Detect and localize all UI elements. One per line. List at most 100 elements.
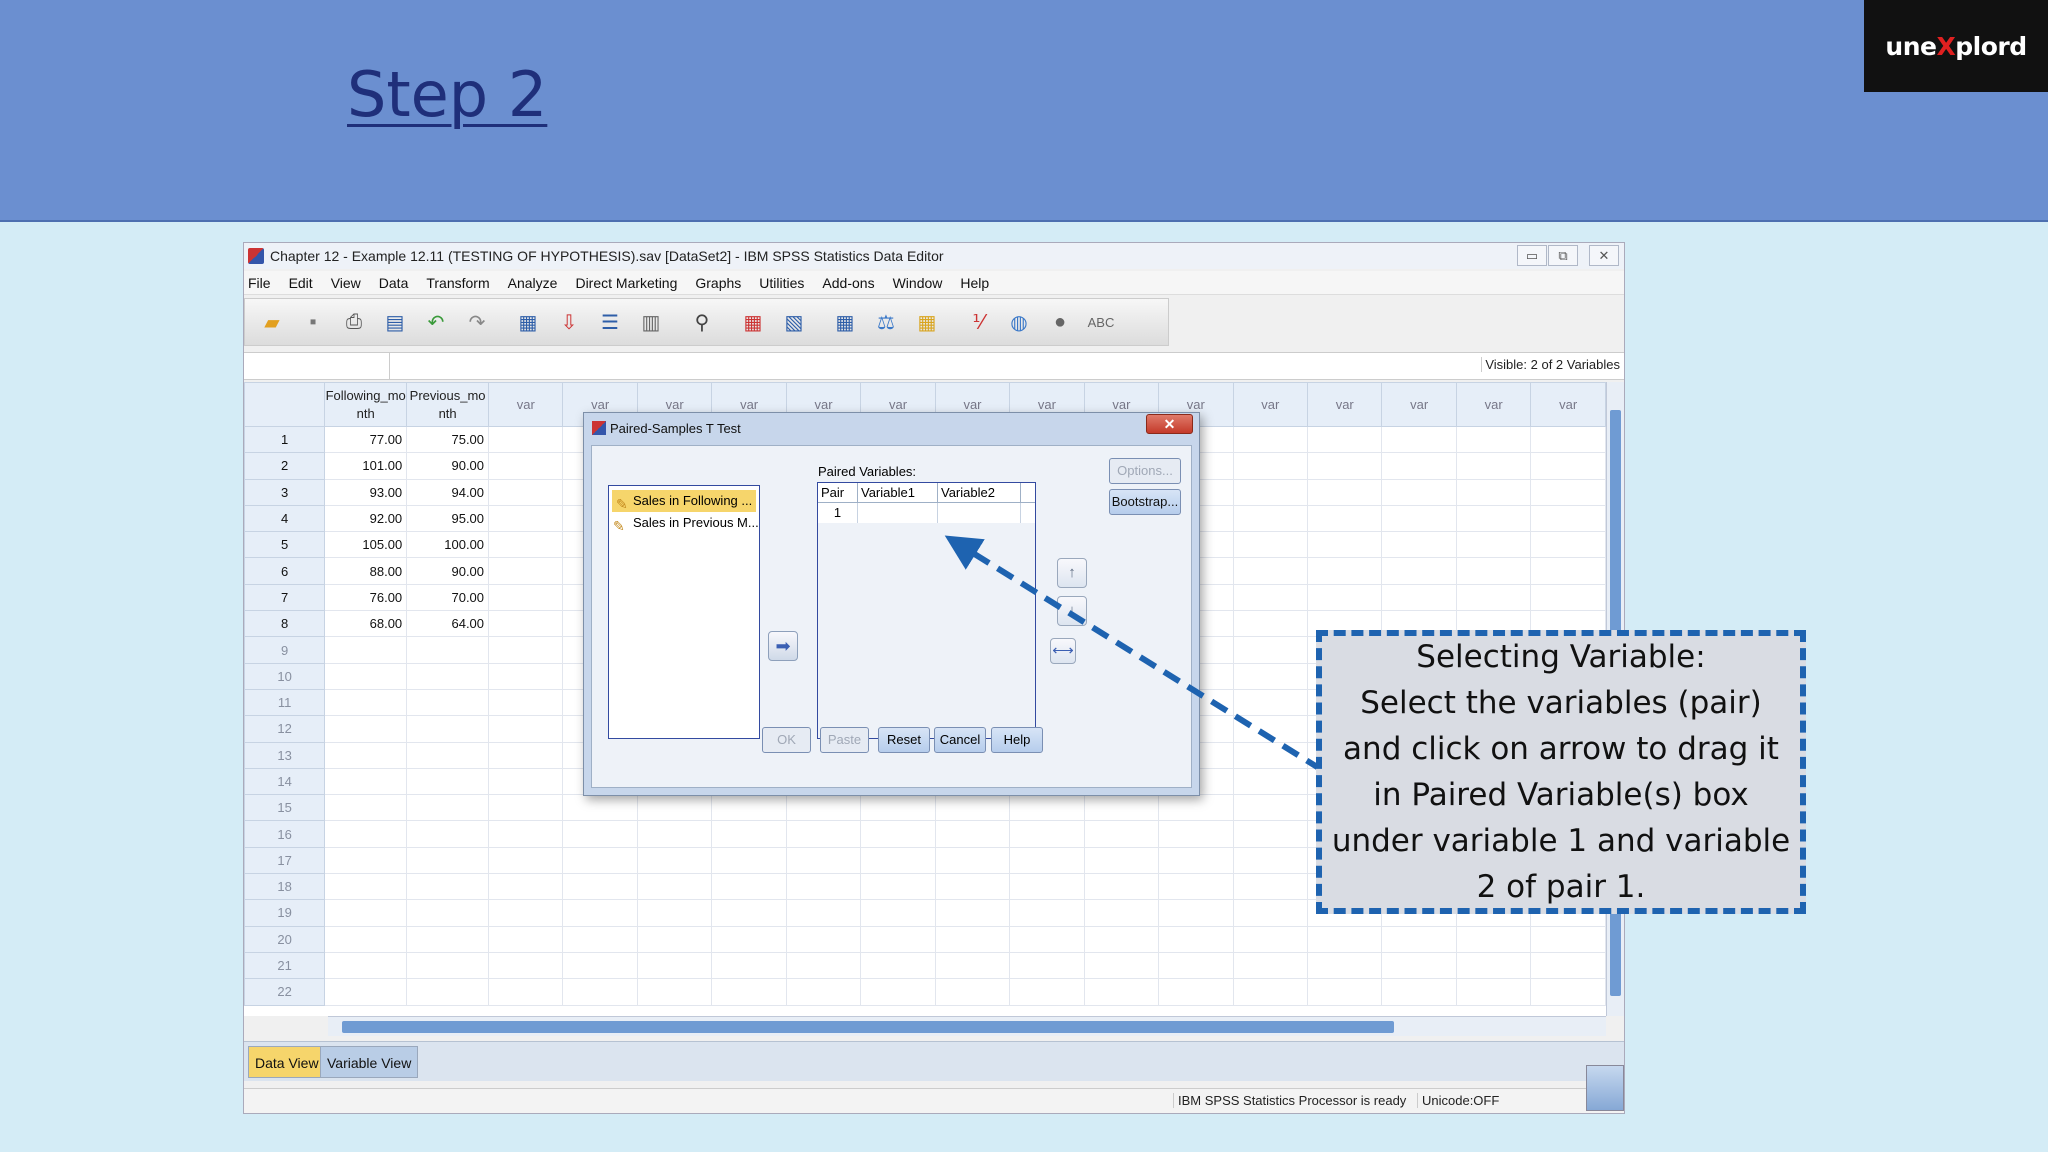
data-cell[interactable] bbox=[324, 978, 408, 1006]
data-cell[interactable] bbox=[1307, 978, 1383, 1006]
data-cell[interactable] bbox=[1083, 899, 1160, 927]
data-cell[interactable] bbox=[1381, 531, 1457, 559]
data-cell[interactable] bbox=[1455, 925, 1532, 953]
data-cell[interactable] bbox=[785, 873, 862, 901]
data-cell[interactable] bbox=[934, 794, 1011, 822]
data-cell[interactable]: 100.00 bbox=[406, 531, 490, 559]
data-cell[interactable] bbox=[934, 846, 1011, 875]
move-up-button[interactable]: ↑ bbox=[1057, 558, 1087, 588]
data-cell[interactable] bbox=[488, 531, 564, 559]
data-cell[interactable] bbox=[488, 557, 564, 585]
row-header[interactable]: 3 bbox=[244, 478, 326, 506]
data-cell[interactable] bbox=[1455, 557, 1532, 585]
data-cell[interactable] bbox=[1009, 794, 1085, 822]
split-file-icon[interactable]: ▦ bbox=[828, 305, 862, 339]
data-cell[interactable] bbox=[1381, 452, 1457, 480]
data-cell[interactable] bbox=[488, 610, 564, 638]
data-cell[interactable] bbox=[324, 899, 408, 927]
data-cell[interactable]: 68.00 bbox=[324, 610, 408, 638]
menu-view[interactable]: View bbox=[331, 275, 361, 291]
move-right-button[interactable]: ➡ bbox=[768, 631, 798, 661]
minimize-button[interactable]: ▭ bbox=[1517, 245, 1547, 266]
data-cell[interactable]: 75.00 bbox=[406, 425, 490, 454]
data-cell[interactable] bbox=[406, 846, 490, 875]
data-cell[interactable]: 92.00 bbox=[324, 504, 408, 533]
row-header[interactable]: 16 bbox=[244, 820, 326, 848]
data-cell[interactable] bbox=[1232, 978, 1309, 1006]
row-header[interactable]: 1 bbox=[244, 425, 326, 454]
data-cell[interactable] bbox=[1232, 636, 1309, 664]
data-cell[interactable]: 70.00 bbox=[406, 583, 490, 612]
data-cell[interactable] bbox=[1530, 583, 1606, 612]
data-cell[interactable] bbox=[785, 951, 862, 980]
cancel-button[interactable]: Cancel bbox=[934, 727, 986, 753]
cell-reference-field[interactable] bbox=[244, 353, 390, 379]
close-window-button[interactable]: ✕ bbox=[1589, 245, 1619, 266]
data-cell[interactable] bbox=[1232, 715, 1309, 743]
data-cell[interactable] bbox=[406, 662, 490, 690]
column-header-var[interactable]: var bbox=[1307, 382, 1383, 427]
bootstrap-button[interactable]: Bootstrap... bbox=[1109, 489, 1181, 515]
data-cell[interactable] bbox=[711, 978, 787, 1006]
data-cell[interactable] bbox=[562, 846, 638, 875]
data-cell[interactable] bbox=[860, 846, 936, 875]
row-header[interactable]: 5 bbox=[244, 531, 326, 559]
use-sets-icon[interactable]: ◍ bbox=[1002, 305, 1036, 339]
data-cell[interactable]: 88.00 bbox=[324, 557, 408, 585]
show-all-icon[interactable]: ● bbox=[1043, 305, 1077, 339]
data-cell[interactable] bbox=[636, 899, 713, 927]
data-cell[interactable] bbox=[1381, 978, 1457, 1006]
data-cell[interactable] bbox=[1009, 951, 1085, 980]
data-cell[interactable] bbox=[406, 899, 490, 927]
row-header[interactable]: 8 bbox=[244, 610, 326, 638]
menu-help[interactable]: Help bbox=[960, 275, 989, 291]
data-cell[interactable] bbox=[711, 846, 787, 875]
column-header-var[interactable]: var bbox=[1232, 382, 1309, 427]
data-cell[interactable] bbox=[1455, 452, 1532, 480]
data-cell[interactable] bbox=[1455, 951, 1532, 980]
spell-check-icon[interactable]: ABC bbox=[1084, 305, 1118, 339]
data-cell[interactable] bbox=[488, 873, 564, 901]
select-cases-icon[interactable]: ▦ bbox=[910, 305, 944, 339]
data-cell[interactable] bbox=[636, 820, 713, 848]
data-cell[interactable] bbox=[488, 452, 564, 480]
data-cell[interactable] bbox=[1232, 531, 1309, 559]
data-cell[interactable] bbox=[1158, 873, 1234, 901]
row-header[interactable]: 13 bbox=[244, 741, 326, 769]
menu-graphs[interactable]: Graphs bbox=[695, 275, 741, 291]
data-cell[interactable] bbox=[785, 978, 862, 1006]
data-cell[interactable] bbox=[1455, 425, 1532, 454]
data-cell[interactable] bbox=[1083, 846, 1160, 875]
data-cell[interactable]: 95.00 bbox=[406, 504, 490, 533]
data-cell[interactable] bbox=[324, 873, 408, 901]
help-button[interactable]: Help bbox=[991, 727, 1043, 753]
data-cell[interactable] bbox=[934, 899, 1011, 927]
dialog-close-button[interactable]: ✕ bbox=[1146, 414, 1193, 434]
data-cell[interactable] bbox=[488, 688, 564, 717]
data-cell[interactable] bbox=[1307, 478, 1383, 506]
data-cell[interactable] bbox=[1232, 925, 1309, 953]
data-cell[interactable] bbox=[636, 951, 713, 980]
status-download-icon[interactable] bbox=[1586, 1065, 1624, 1111]
menu-window[interactable]: Window bbox=[893, 275, 943, 291]
pair-variable2-cell[interactable] bbox=[938, 503, 1021, 523]
data-cell[interactable] bbox=[1083, 925, 1160, 953]
column-header-var[interactable]: var bbox=[1381, 382, 1457, 427]
data-cell[interactable] bbox=[324, 820, 408, 848]
print-icon[interactable]: ⎙ bbox=[337, 305, 371, 339]
data-cell[interactable] bbox=[488, 978, 564, 1006]
dialog-recall-icon[interactable]: ▤ bbox=[378, 305, 412, 339]
data-cell[interactable] bbox=[1158, 820, 1234, 848]
data-cell[interactable] bbox=[1232, 425, 1309, 454]
data-cell[interactable] bbox=[1009, 978, 1085, 1006]
data-cell[interactable] bbox=[1232, 741, 1309, 769]
data-cell[interactable] bbox=[711, 820, 787, 848]
row-header[interactable]: 15 bbox=[244, 794, 326, 822]
row-header[interactable]: 11 bbox=[244, 688, 326, 717]
data-cell[interactable] bbox=[636, 925, 713, 953]
paste-button[interactable]: Paste bbox=[820, 727, 869, 753]
data-cell[interactable] bbox=[1455, 531, 1532, 559]
data-cell[interactable] bbox=[636, 873, 713, 901]
data-cell[interactable] bbox=[488, 662, 564, 690]
data-cell[interactable] bbox=[324, 636, 408, 664]
